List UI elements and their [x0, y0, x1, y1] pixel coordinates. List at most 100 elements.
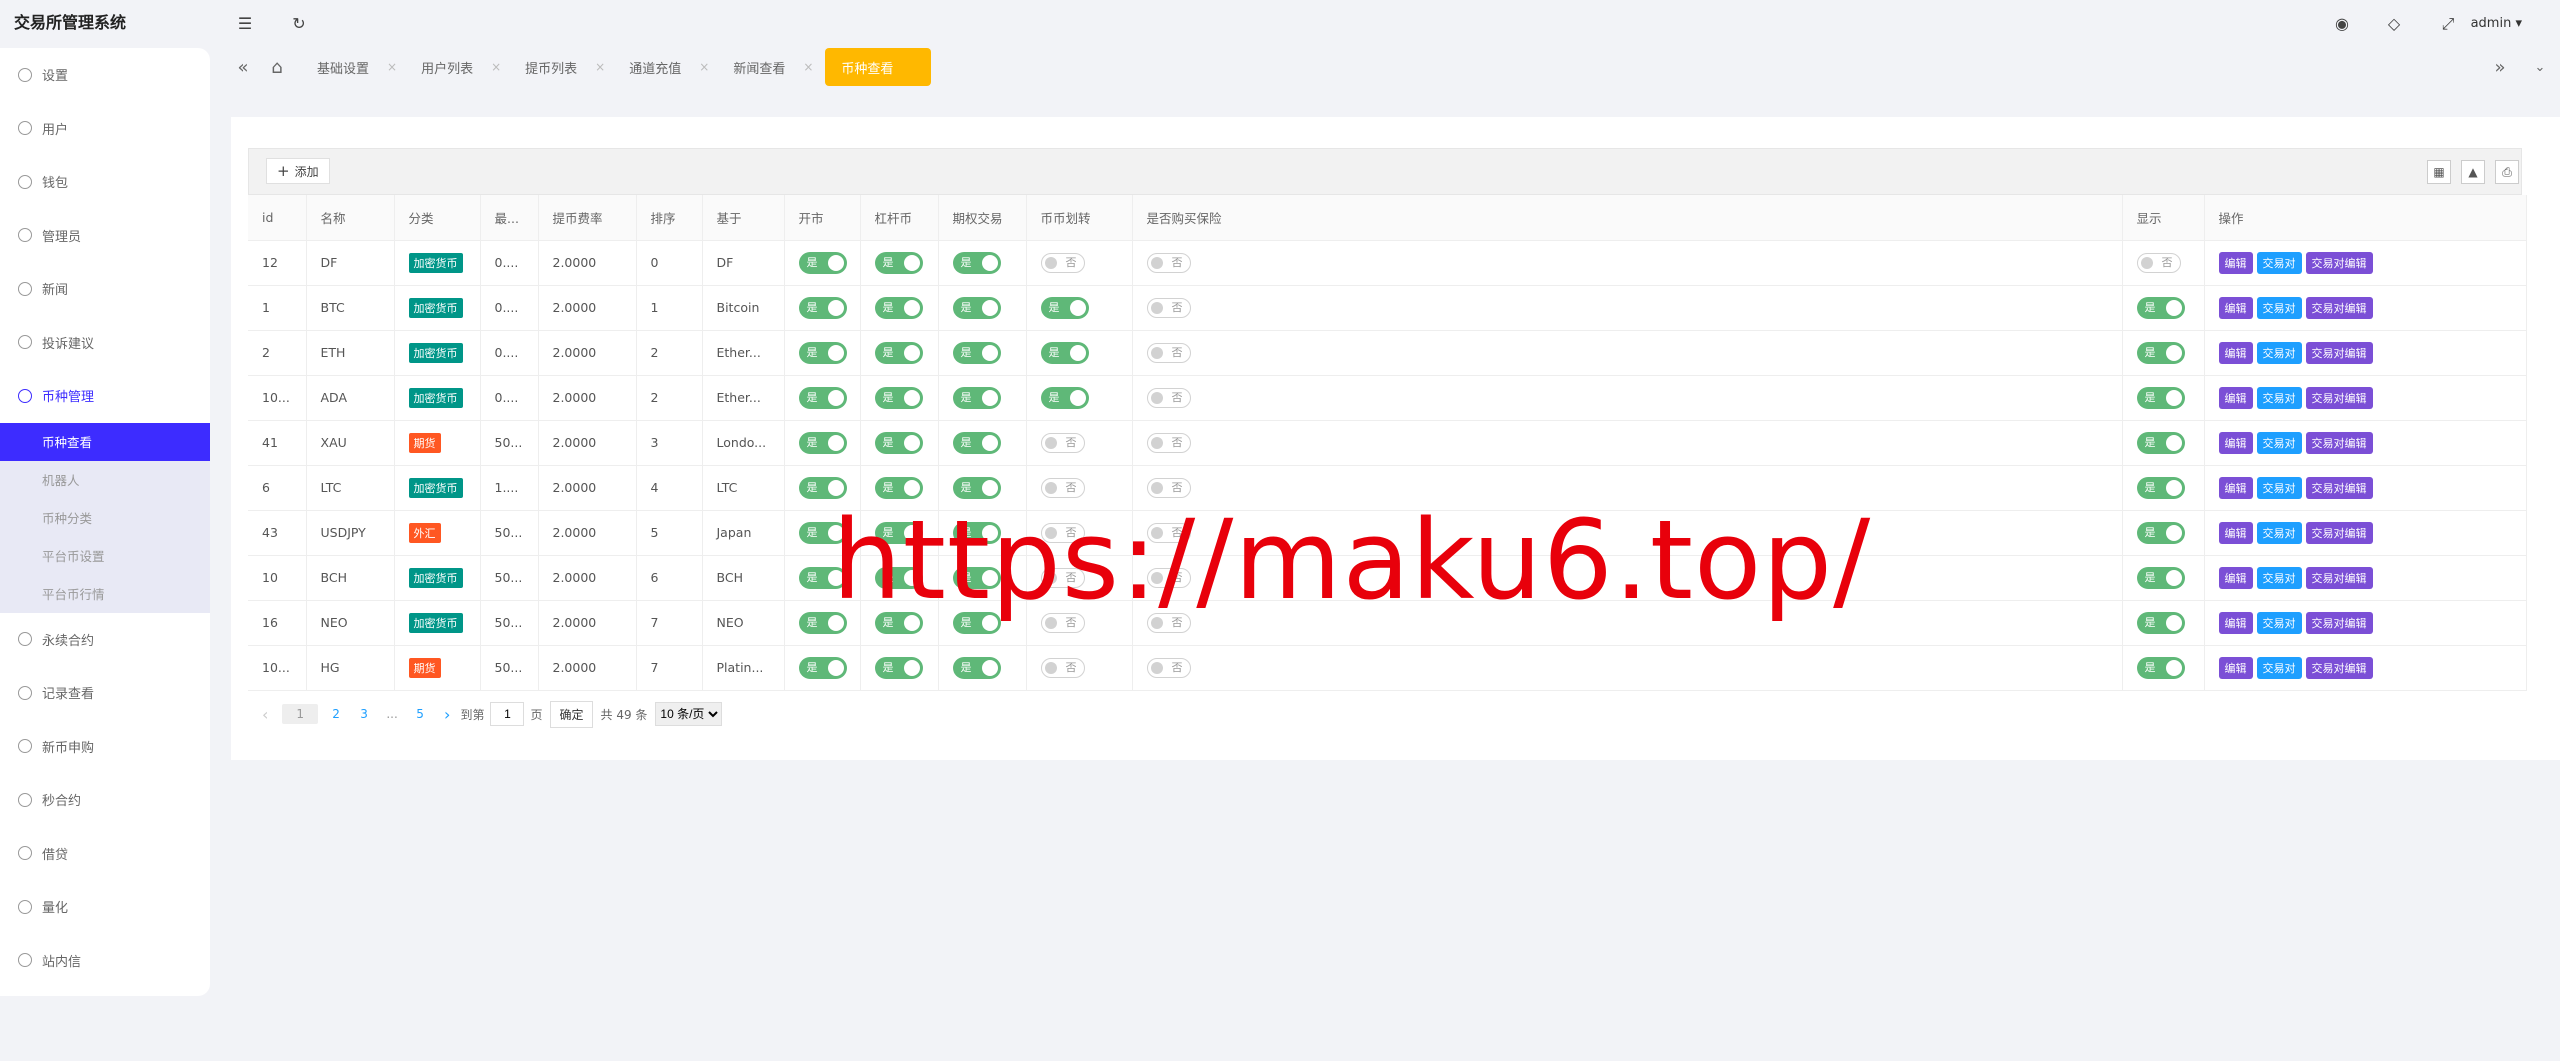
sidebar-item[interactable]: 秒合约 [0, 773, 210, 827]
action-button[interactable]: 交易对 [2256, 521, 2302, 544]
toggle-on[interactable]: 是 [2136, 656, 2185, 679]
close-icon[interactable]: × [387, 60, 397, 74]
toggle-on[interactable]: 是 [798, 386, 847, 409]
refresh-icon[interactable]: ↻ [291, 16, 307, 32]
action-button[interactable]: 交易对编辑 [2305, 476, 2373, 499]
action-button[interactable]: 编辑 [2218, 611, 2253, 634]
goto-page-input[interactable] [490, 702, 525, 726]
action-button[interactable]: 编辑 [2218, 296, 2253, 319]
action-button[interactable]: 交易对编辑 [2305, 251, 2373, 274]
page-1[interactable]: 1 [282, 704, 319, 724]
toggle-on[interactable]: 是 [2136, 431, 2185, 454]
toggle-off[interactable]: 否 [2136, 252, 2181, 273]
sidebar-item[interactable]: 币种管理 [0, 369, 210, 423]
action-button[interactable]: 交易对 [2256, 431, 2302, 454]
toggle-on[interactable]: 是 [2136, 476, 2185, 499]
toggle-on[interactable]: 是 [2136, 566, 2185, 589]
action-button[interactable]: 编辑 [2218, 521, 2253, 544]
action-button[interactable]: 编辑 [2218, 476, 2253, 499]
toggle-on[interactable]: 是 [2136, 386, 2185, 409]
home-icon[interactable]: ⌂ [267, 57, 287, 78]
toggle-on[interactable]: 是 [874, 296, 923, 319]
action-button[interactable]: 交易对编辑 [2305, 656, 2373, 679]
toggle-on[interactable]: 是 [874, 431, 923, 454]
sidebar-item[interactable]: 永续合约 [0, 613, 210, 667]
tag-icon[interactable]: ◇ [2386, 16, 2402, 32]
toggle-off[interactable]: 否 [1146, 387, 1191, 408]
toggle-on[interactable]: 是 [798, 431, 847, 454]
close-icon[interactable]: × [803, 60, 813, 74]
toggle-on[interactable]: 是 [798, 251, 847, 274]
action-button[interactable]: 交易对编辑 [2305, 611, 2373, 634]
toggle-on[interactable]: 是 [952, 656, 1001, 679]
action-button[interactable]: 交易对 [2256, 386, 2302, 409]
action-button[interactable]: 编辑 [2218, 431, 2253, 454]
goto-confirm-button[interactable]: 确定 [550, 700, 593, 728]
action-button[interactable]: 编辑 [2218, 341, 2253, 364]
toggle-on[interactable]: 是 [1040, 296, 1089, 319]
toggle-on[interactable]: 是 [798, 656, 847, 679]
tab[interactable]: 新闻查看 × [721, 48, 825, 86]
menu-fold-icon[interactable]: ☰ [237, 16, 253, 32]
action-button[interactable]: 交易对编辑 [2305, 521, 2373, 544]
toggle-off[interactable]: 否 [1040, 432, 1085, 453]
toggle-on[interactable]: 是 [798, 296, 847, 319]
toggle-on[interactable]: 是 [2136, 611, 2185, 634]
close-icon[interactable]: × [595, 60, 605, 74]
toggle-on[interactable]: 是 [874, 386, 923, 409]
columns-icon[interactable]: ▦ [2427, 160, 2451, 184]
fullscreen-icon[interactable]: ⤢ [2440, 16, 2456, 32]
sidebar-item[interactable]: 记录查看 [0, 666, 210, 720]
toggle-off[interactable]: 否 [1146, 432, 1191, 453]
toggle-on[interactable]: 是 [952, 251, 1001, 274]
toggle-off[interactable]: 否 [1040, 657, 1085, 678]
submenu-item[interactable]: 平台币行情 [0, 575, 210, 613]
toggle-on[interactable]: 是 [2136, 296, 2185, 319]
toggle-on[interactable]: 是 [952, 386, 1001, 409]
tab[interactable]: 提币列表 × [513, 48, 617, 86]
toggle-off[interactable]: 否 [1146, 252, 1191, 273]
toggle-on[interactable]: 是 [1040, 341, 1089, 364]
sidebar-item[interactable]: 管理员 [0, 209, 210, 263]
action-button[interactable]: 编辑 [2218, 251, 2253, 274]
toggle-off[interactable]: 否 [1146, 477, 1191, 498]
tab[interactable]: 用户列表 × [409, 48, 513, 86]
action-button[interactable]: 交易对 [2256, 611, 2302, 634]
toggle-on[interactable]: 是 [874, 656, 923, 679]
tab[interactable]: 通道充值 × [617, 48, 721, 86]
sidebar-item[interactable]: 借贷 [0, 827, 210, 881]
submenu-item[interactable]: 平台币设置 [0, 537, 210, 575]
toggle-on[interactable]: 是 [2136, 341, 2185, 364]
theme-icon[interactable]: ◉ [2334, 16, 2350, 32]
action-button[interactable]: 交易对 [2256, 341, 2302, 364]
tab-active[interactable]: 币种查看 [825, 48, 932, 86]
prev-page-icon[interactable]: ‹ [262, 705, 268, 724]
action-button[interactable]: 交易对 [2256, 251, 2302, 274]
sidebar-item[interactable]: 站内信 [0, 934, 210, 988]
print-icon[interactable]: ⎙ [2495, 160, 2519, 184]
sidebar-item[interactable]: 量化 [0, 880, 210, 934]
toggle-on[interactable]: 是 [952, 341, 1001, 364]
sidebar-item[interactable]: 用户 [0, 102, 210, 156]
column-header[interactable]: id [248, 195, 307, 241]
sidebar-item[interactable]: 新币申购 [0, 720, 210, 774]
submenu-item[interactable]: 机器人 [0, 461, 210, 499]
action-button[interactable]: 交易对编辑 [2305, 566, 2373, 589]
action-button[interactable]: 交易对 [2256, 566, 2302, 589]
close-icon[interactable]: × [491, 60, 501, 74]
toggle-on[interactable]: 是 [874, 251, 923, 274]
action-button[interactable]: 交易对 [2256, 476, 2302, 499]
tabs-right-icon[interactable]: » [2490, 57, 2510, 78]
action-button[interactable]: 交易对 [2256, 296, 2302, 319]
toggle-off[interactable]: 否 [1146, 297, 1191, 318]
action-button[interactable]: 交易对编辑 [2305, 296, 2373, 319]
submenu-item[interactable]: 币种分类 [0, 499, 210, 537]
sidebar-item[interactable]: 钱包 [0, 155, 210, 209]
tabs-left-icon[interactable]: « [233, 57, 253, 78]
toggle-on[interactable]: 是 [2136, 521, 2185, 544]
next-page-icon[interactable]: › [444, 705, 450, 724]
toggle-on[interactable]: 是 [874, 341, 923, 364]
page-5[interactable]: 5 [410, 707, 430, 721]
action-button[interactable]: 编辑 [2218, 566, 2253, 589]
toggle-on[interactable]: 是 [1040, 386, 1089, 409]
